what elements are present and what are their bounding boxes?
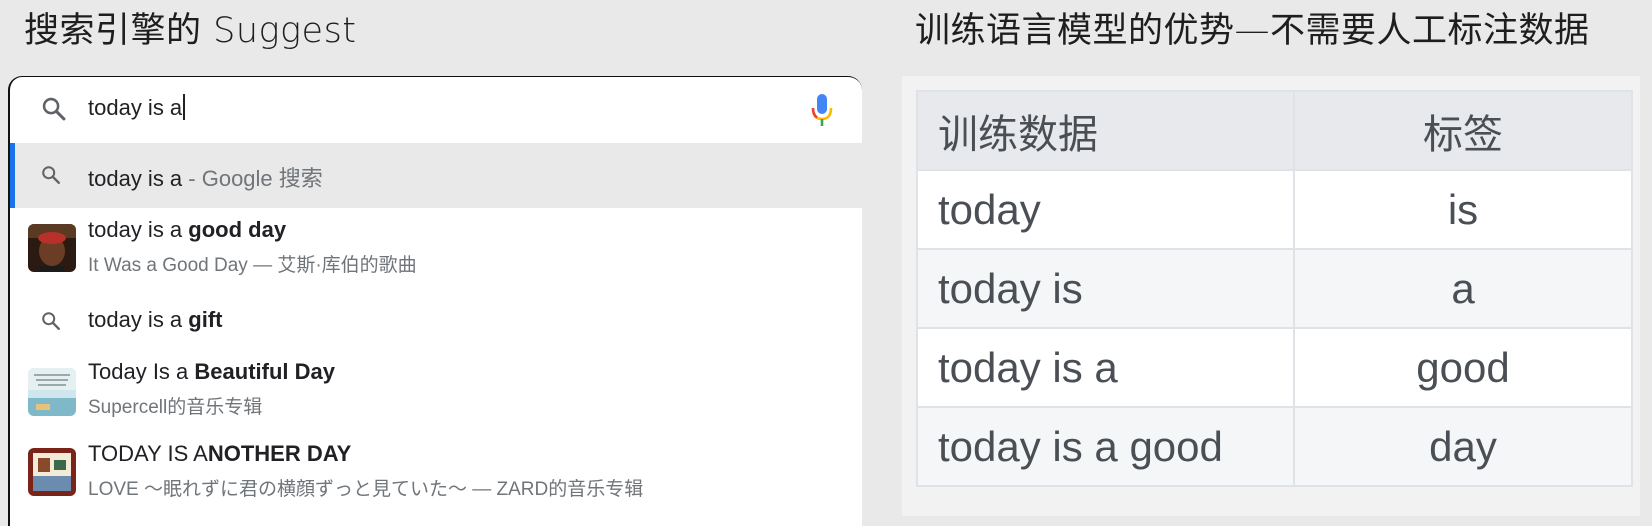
- search-bar[interactable]: today is a: [10, 77, 862, 141]
- suggestion-label: today is a gift: [88, 307, 223, 332]
- suggestion-subtitle: Supercell的音乐专辑: [88, 397, 263, 418]
- album-thumbnail: [28, 368, 76, 416]
- table-row: today is a good day: [916, 406, 1633, 487]
- table-row: today is: [916, 169, 1633, 250]
- search-icon: [42, 166, 60, 184]
- label-cell: day: [1293, 406, 1633, 487]
- suggestion-item-google-search[interactable]: today is a - Google 搜索: [10, 143, 862, 208]
- label-cell: a: [1293, 248, 1633, 329]
- suggestion-label: today is a - Google 搜索: [88, 166, 323, 191]
- microphone-icon[interactable]: [810, 93, 834, 127]
- suggestion-label: today is a good day: [88, 217, 287, 242]
- search-suggest-panel: today is a today is a - Google 搜索 today …: [8, 76, 862, 526]
- search-icon: [42, 312, 60, 330]
- suggestion-label: Today Is a Beautiful Day: [88, 359, 335, 384]
- text-cursor: [183, 94, 186, 120]
- search-icon: [42, 97, 66, 121]
- training-data-cell: today is: [916, 248, 1295, 329]
- search-input[interactable]: today is a: [88, 94, 186, 121]
- table-header-row: 训练数据 标签: [916, 90, 1633, 171]
- left-section-title: 搜索引擎的 Suggest: [24, 11, 357, 51]
- suggestion-item-gift[interactable]: today is a gift: [10, 288, 862, 354]
- song-thumbnail: [28, 224, 76, 272]
- training-data-panel: 训练数据 标签 today is today is a today is a g…: [902, 76, 1640, 516]
- label-cell: good: [1293, 327, 1633, 408]
- suggestion-subtitle: It Was a Good Day — 艾斯·库伯的歌曲: [88, 255, 417, 276]
- suggestion-item-another-day[interactable]: TODAY IS ANOTHER DAY LOVE ～眠れずに君の横顔ずっと見て…: [10, 432, 862, 512]
- training-data-cell: today is a: [916, 327, 1295, 408]
- label-cell: is: [1293, 169, 1633, 250]
- training-data-cell: today is a good: [916, 406, 1295, 487]
- training-label-table: 训练数据 标签 today is today is a today is a g…: [916, 90, 1633, 487]
- right-section-title: 训练语言模型的优势—不需要人工标注数据: [915, 11, 1590, 51]
- table-row: today is a good: [916, 327, 1633, 408]
- suggestion-item-beautiful-day[interactable]: Today Is a Beautiful Day Supercell的音乐专辑: [10, 354, 862, 432]
- album-thumbnail: [28, 448, 76, 496]
- column-header-label: 标签: [1293, 90, 1633, 171]
- suggestion-subtitle: LOVE ～眠れずに君の横顔ずっと見ていた～ — ZARD的音乐专辑: [88, 479, 644, 500]
- suggestion-label: TODAY IS ANOTHER DAY: [88, 441, 352, 466]
- training-data-cell: today: [916, 169, 1295, 250]
- column-header-training-data: 训练数据: [916, 90, 1295, 171]
- table-row: today is a: [916, 248, 1633, 329]
- suggestion-item-good-day[interactable]: today is a good day It Was a Good Day — …: [10, 208, 862, 288]
